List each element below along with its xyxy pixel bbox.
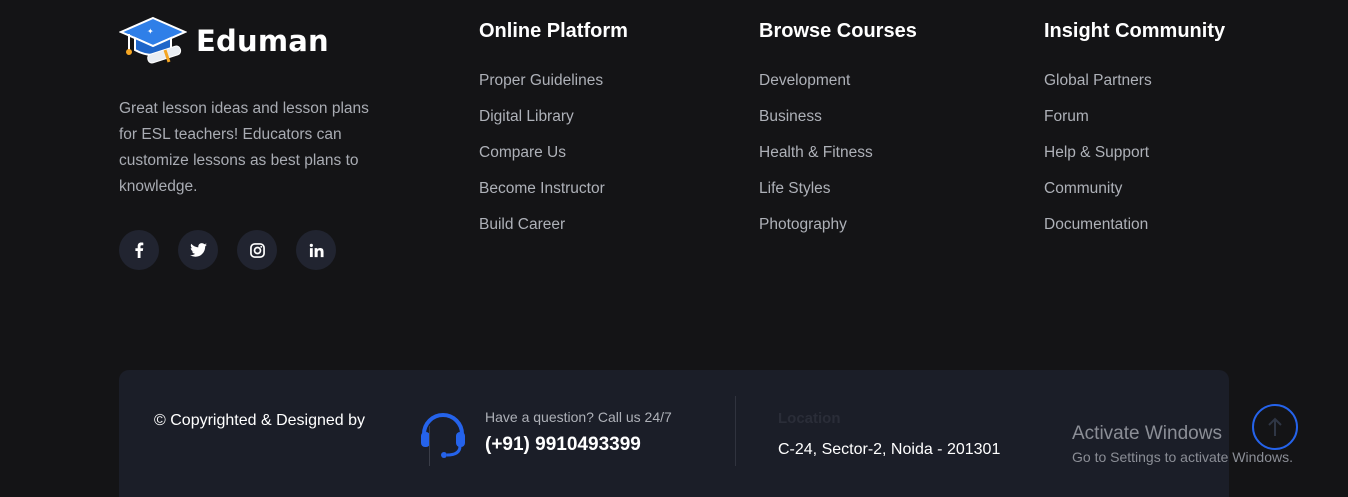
facebook-icon xyxy=(135,242,144,258)
footer-link-build-career[interactable]: Build Career xyxy=(479,215,628,235)
headset-icon xyxy=(421,413,465,458)
brand-name: Eduman xyxy=(196,24,329,58)
linkedin-link[interactable] xyxy=(296,230,336,270)
social-links xyxy=(119,230,355,270)
phone-number[interactable]: (+91) 9910493399 xyxy=(485,434,641,456)
footer-link-community[interactable]: Community xyxy=(1044,179,1225,199)
footer: ✦ Eduman Great lesson ideas and lesson p… xyxy=(0,0,1348,497)
facebook-link[interactable] xyxy=(119,230,159,270)
section-divider xyxy=(735,396,736,466)
insight-community-column: Insight Community Global Partners Forum … xyxy=(1044,19,1225,251)
footer-link-compare-us[interactable]: Compare Us xyxy=(479,143,628,163)
logo[interactable]: ✦ Eduman xyxy=(119,16,379,66)
copyright-text: © Copyrighted & Designed by xyxy=(154,412,366,429)
footer-link-health-fitness[interactable]: Health & Fitness xyxy=(759,143,917,163)
arrow-up-icon xyxy=(1268,417,1282,436)
footer-link-development[interactable]: Development xyxy=(759,71,917,91)
twitter-icon xyxy=(189,243,207,257)
phone-divider xyxy=(429,426,430,466)
footer-link-global-partners[interactable]: Global Partners xyxy=(1044,71,1225,91)
twitter-link[interactable] xyxy=(178,230,218,270)
scroll-to-top-button[interactable] xyxy=(1252,404,1298,450)
footer-link-photography[interactable]: Photography xyxy=(759,215,917,235)
footer-link-become-instructor[interactable]: Become Instructor xyxy=(479,179,628,199)
column-title: Insight Community xyxy=(1044,20,1226,42)
browse-courses-column: Browse Courses Development Business Heal… xyxy=(759,19,917,251)
call-prompt: Have a question? Call us 24/7 xyxy=(485,409,672,425)
instagram-link[interactable] xyxy=(237,230,277,270)
brand: ✦ Eduman xyxy=(119,16,379,66)
brand-description: Great lesson ideas and lesson plans for … xyxy=(119,100,369,195)
column-title: Online Platform xyxy=(479,20,628,42)
footer-link-documentation[interactable]: Documentation xyxy=(1044,215,1225,235)
linkedin-icon xyxy=(309,243,324,257)
footer-link-proper-guidelines[interactable]: Proper Guidelines xyxy=(479,71,628,91)
instagram-icon xyxy=(249,242,265,258)
footer-link-life-styles[interactable]: Life Styles xyxy=(759,179,917,199)
footer-link-help-support[interactable]: Help & Support xyxy=(1044,143,1225,163)
footer-link-business[interactable]: Business xyxy=(759,107,917,127)
footer-link-digital-library[interactable]: Digital Library xyxy=(479,107,628,127)
online-platform-column: Online Platform Proper Guidelines Digita… xyxy=(479,19,628,251)
location-label: Location xyxy=(778,410,841,427)
graduation-cap-icon: ✦ xyxy=(119,16,187,64)
footer-link-forum[interactable]: Forum xyxy=(1044,107,1225,127)
watermark-subtitle: Go to Settings to activate Windows. xyxy=(1072,449,1293,465)
location-address: C-24, Sector-2, Noida - 201301 xyxy=(778,441,1001,458)
column-title: Browse Courses xyxy=(759,20,917,42)
footer-bottom-bar: © Copyrighted & Designed by Have a quest… xyxy=(119,370,1229,497)
svg-text:✦: ✦ xyxy=(147,27,154,36)
